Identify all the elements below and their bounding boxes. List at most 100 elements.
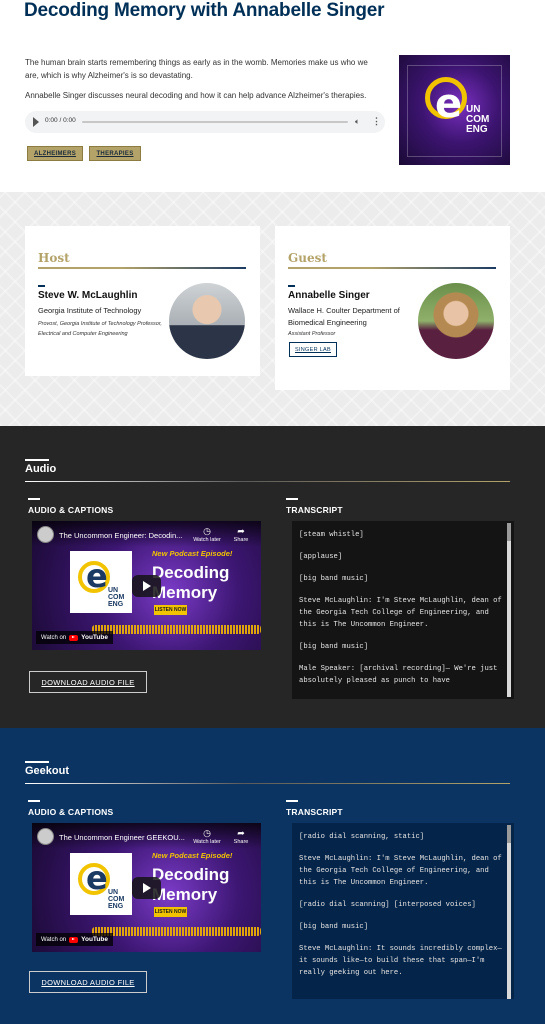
tag-therapies[interactable]: THERAPIES bbox=[89, 146, 141, 161]
episode-summary: Annabelle Singer discusses neural decodi… bbox=[25, 91, 367, 100]
transcript-scroll-thumb[interactable] bbox=[507, 825, 511, 843]
watch-later-button[interactable]: ◷ Watch later bbox=[190, 526, 224, 543]
channel-avatar[interactable] bbox=[37, 526, 54, 543]
subsection-dash bbox=[28, 498, 40, 500]
transcript-scrollbar[interactable] bbox=[507, 825, 511, 999]
transcript-box[interactable]: [radio dial scanning, static] Steve McLa… bbox=[292, 823, 514, 999]
watch-later-label: Watch later bbox=[193, 537, 221, 543]
share-icon: ➦ bbox=[237, 526, 245, 536]
section-rule bbox=[25, 783, 510, 784]
logo-e-mark: e bbox=[435, 81, 463, 127]
more-options-icon[interactable]: ⋮ bbox=[372, 116, 381, 127]
video-title[interactable]: The Uncommon Engineer GEEKOU... bbox=[59, 833, 189, 842]
geekout-section-title: Geekout bbox=[25, 765, 70, 777]
audio-time: 0:00 / 0:00 bbox=[45, 117, 76, 124]
host-role: Provost, Georgia Institute of Technology… bbox=[38, 321, 162, 337]
logo-e-mark: e bbox=[86, 859, 108, 897]
new-episode-label: New Podcast Episode! bbox=[152, 851, 233, 860]
play-icon bbox=[143, 581, 151, 591]
episode-header: Decoding Memory with Annabelle Singer Th… bbox=[0, 0, 545, 192]
host-name: Steve W. McLaughlin bbox=[38, 290, 138, 301]
transcript-heading: TRANSCRIPT bbox=[286, 807, 343, 817]
transcript-scroll-thumb[interactable] bbox=[507, 523, 511, 541]
section-dash bbox=[25, 761, 49, 763]
watch-on-youtube-button[interactable]: Watch on YouTube bbox=[36, 631, 113, 644]
share-button[interactable]: ➦ Share bbox=[230, 526, 252, 543]
transcript-line: Male Speaker: [archival recording]— We'r… bbox=[299, 665, 498, 685]
host-avatar bbox=[169, 283, 245, 359]
video-play-button[interactable] bbox=[132, 575, 161, 597]
video-logo-text: UN COM ENG bbox=[108, 587, 125, 608]
listen-now-badge: LISTEN NOW bbox=[154, 605, 187, 615]
geekout-section: Geekout AUDIO & CAPTIONS TRANSCRIPT The … bbox=[0, 728, 545, 1024]
host-organization: Georgia Institute of Technology bbox=[38, 306, 142, 315]
video-logo-text: UN COM ENG bbox=[108, 889, 125, 910]
transcript-line: Steve McLaughlin: I'm Steve McLaughlin, … bbox=[299, 855, 502, 887]
guest-organization: Wallace H. Coulter Department of Biomedi… bbox=[288, 306, 400, 327]
transcript-text: [radio dial scanning, static] Steve McLa… bbox=[299, 831, 504, 989]
guest-role: Assistant Professor bbox=[288, 331, 336, 337]
transcript-text: [steam whistle] [applause] [big band mus… bbox=[299, 529, 504, 697]
youtube-icon bbox=[69, 634, 79, 641]
download-audio-button[interactable]: DOWNLOAD AUDIO FILE bbox=[29, 971, 147, 993]
share-label: Share bbox=[233, 839, 249, 845]
youtube-video-embed[interactable]: The Uncommon Engineer: Decodin... ◷ Watch… bbox=[32, 521, 261, 650]
listen-now-badge: LISTEN NOW bbox=[154, 907, 187, 917]
waveform-graphic bbox=[92, 927, 261, 936]
play-icon[interactable] bbox=[33, 117, 39, 127]
divider bbox=[38, 267, 246, 269]
share-icon: ➦ bbox=[237, 828, 245, 838]
watch-on-label: Watch on bbox=[41, 634, 67, 641]
video-headline: Decoding Memory bbox=[152, 865, 230, 904]
artwork-logo-text: UN COM ENG bbox=[466, 104, 490, 135]
volume-icon[interactable]: 🔈︎ bbox=[355, 117, 360, 127]
transcript-box[interactable]: [steam whistle] [applause] [big band mus… bbox=[292, 521, 514, 699]
transcript-line: [big band music] bbox=[299, 643, 369, 651]
host-heading: Host bbox=[38, 251, 70, 265]
clock-icon: ◷ bbox=[203, 526, 211, 536]
transcript-scrollbar[interactable] bbox=[507, 523, 511, 697]
logo-e-mark: e bbox=[86, 557, 108, 595]
youtube-video-embed[interactable]: The Uncommon Engineer GEEKOU... ◷ Watch l… bbox=[32, 823, 261, 952]
guest-avatar bbox=[418, 283, 494, 359]
video-logo: e UN COM ENG bbox=[70, 853, 132, 915]
youtube-wordmark: YouTube bbox=[81, 634, 108, 641]
people-section: Host Steve W. McLaughlin Georgia Institu… bbox=[0, 192, 545, 426]
audio-section: Audio AUDIO & CAPTIONS TRANSCRIPT The Un… bbox=[0, 426, 545, 728]
watch-later-button[interactable]: ◷ Watch later bbox=[190, 828, 224, 845]
clock-icon: ◷ bbox=[203, 828, 211, 838]
share-button[interactable]: ➦ Share bbox=[230, 828, 252, 845]
tag-alzheimers[interactable]: ALZHEIMERS bbox=[27, 146, 83, 161]
page-title: Decoding Memory with Annabelle Singer bbox=[24, 0, 385, 21]
youtube-icon bbox=[69, 936, 79, 943]
channel-avatar[interactable] bbox=[37, 828, 54, 845]
video-logo: e UN COM ENG bbox=[70, 551, 132, 613]
new-episode-label: New Podcast Episode! bbox=[152, 549, 233, 558]
video-play-button[interactable] bbox=[132, 877, 161, 899]
audio-player[interactable]: 0:00 / 0:00 🔈︎ ⋮ bbox=[25, 111, 385, 133]
transcript-heading: TRANSCRIPT bbox=[286, 505, 343, 515]
podcast-artwork: e UN COM ENG bbox=[399, 55, 510, 165]
episode-description: The human brain starts remembering thing… bbox=[25, 58, 368, 80]
audio-progress-bar[interactable] bbox=[82, 121, 348, 123]
transcript-line: [big band music] bbox=[299, 923, 369, 931]
download-audio-button[interactable]: DOWNLOAD AUDIO FILE bbox=[29, 671, 147, 693]
guest-card: Guest Annabelle Singer Wallace H. Coulte… bbox=[275, 226, 510, 390]
watch-later-label: Watch later bbox=[193, 839, 221, 845]
guest-heading: Guest bbox=[288, 251, 327, 265]
section-dash bbox=[25, 459, 49, 461]
watch-on-youtube-button[interactable]: Watch on YouTube bbox=[36, 933, 113, 946]
subsection-dash bbox=[286, 800, 298, 802]
subsection-dash bbox=[28, 800, 40, 802]
audio-section-title: Audio bbox=[25, 463, 57, 475]
subsection-dash bbox=[286, 498, 298, 500]
watch-on-label: Watch on bbox=[41, 936, 67, 943]
video-title[interactable]: The Uncommon Engineer: Decodin... bbox=[59, 531, 189, 540]
transcript-line: [big band music] bbox=[299, 575, 369, 583]
transcript-line: [applause] bbox=[299, 553, 343, 561]
singer-lab-button[interactable]: SINGER LAB bbox=[289, 342, 337, 357]
play-icon bbox=[143, 883, 151, 893]
audio-captions-heading: AUDIO & CAPTIONS bbox=[28, 505, 114, 515]
transcript-line: Steve McLaughlin: It sounds incredibly c… bbox=[299, 945, 502, 977]
audio-captions-heading: AUDIO & CAPTIONS bbox=[28, 807, 114, 817]
